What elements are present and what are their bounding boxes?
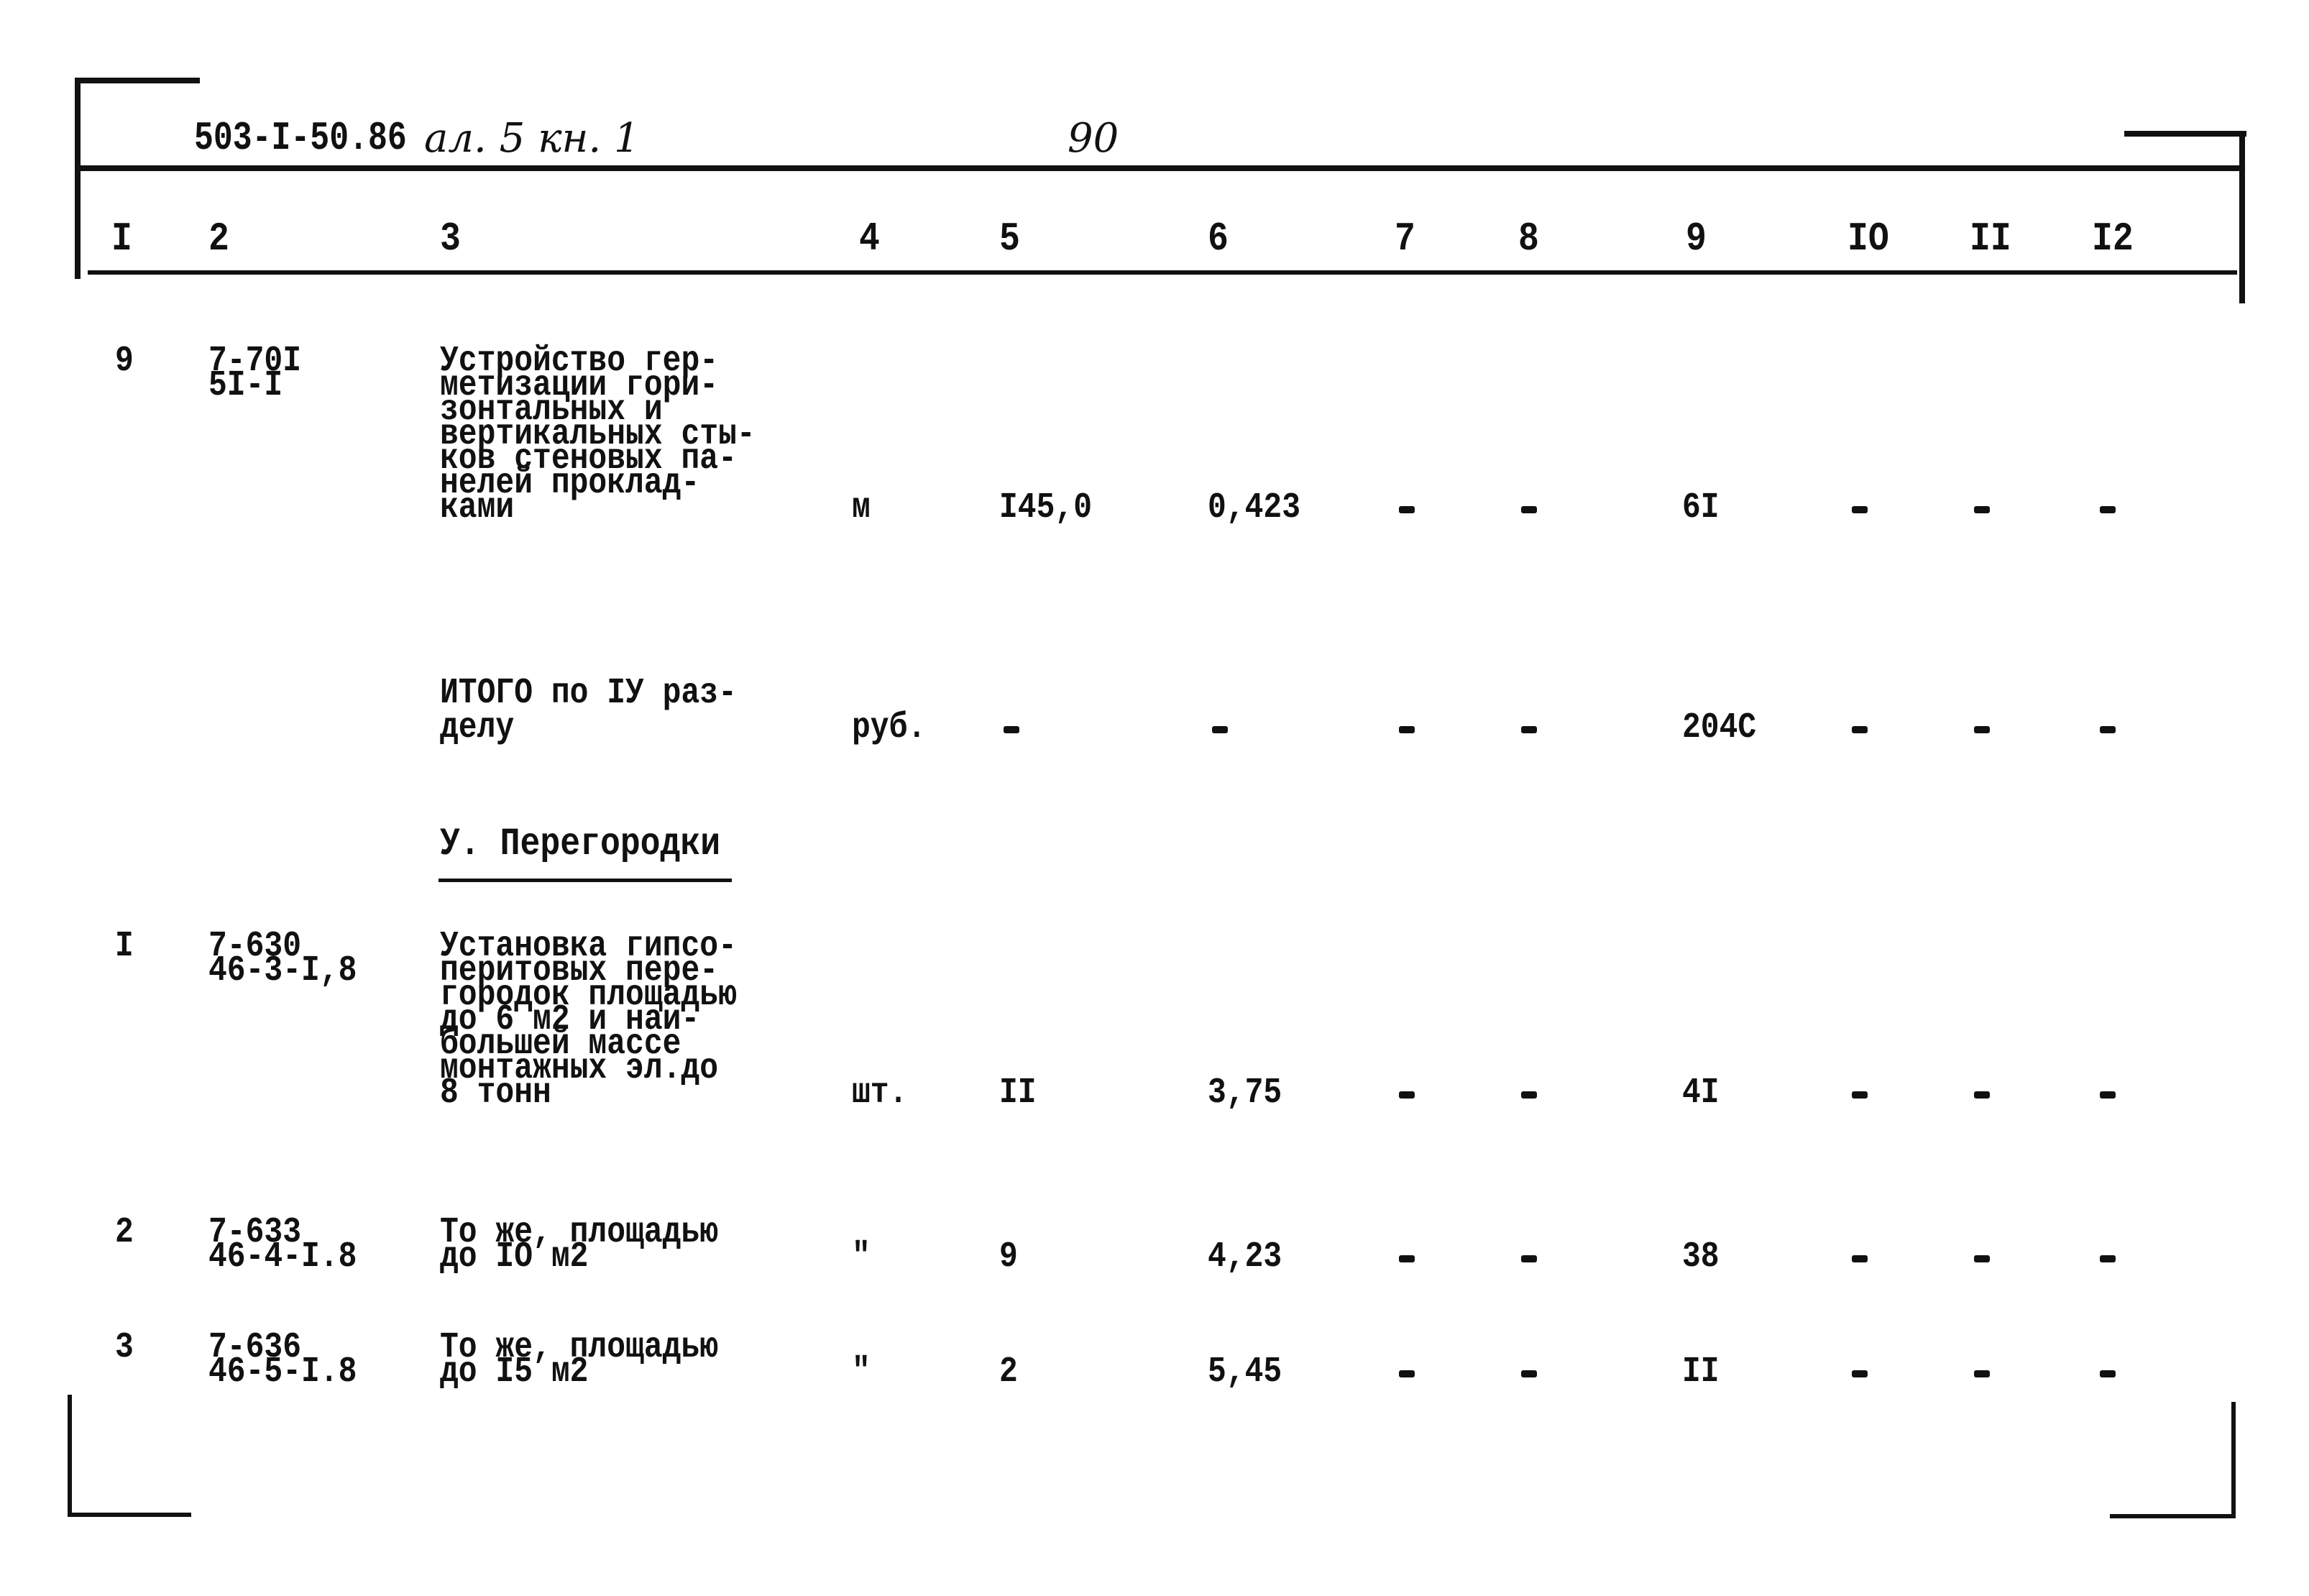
- header-rule: [78, 165, 2245, 171]
- description-line: ИТОГО по IУ раз-: [440, 673, 737, 714]
- frame-bottom-left-corner-v: [68, 1395, 72, 1517]
- empty-value-dash: [2100, 506, 2116, 513]
- column-number: 8: [1518, 216, 1539, 262]
- value-c9: II: [1682, 1352, 1720, 1393]
- norm-code: 5I-I: [208, 365, 283, 406]
- value-c6: 0,423: [1208, 487, 1301, 528]
- description-line: 8 тонн: [440, 1073, 551, 1114]
- empty-value-dash: [1521, 1255, 1537, 1262]
- empty-value-dash: [1399, 1091, 1415, 1099]
- empty-value-dash: [1399, 726, 1415, 733]
- empty-value-dash: [1399, 1255, 1415, 1262]
- page-number: 90: [1068, 115, 1119, 162]
- frame-bottom-right-corner-v: [2231, 1402, 2236, 1518]
- section-title: У. Перегородки: [440, 822, 721, 866]
- empty-value-dash: [1004, 726, 1019, 733]
- column-number: I: [111, 216, 132, 262]
- empty-value-dash: [2100, 1370, 2116, 1377]
- frame-bottom-left-corner-h: [68, 1513, 191, 1517]
- empty-value-dash: [1974, 1255, 1990, 1262]
- column-number: 2: [208, 216, 229, 262]
- empty-value-dash: [1521, 1370, 1537, 1377]
- norm-code: 46-5-I.8: [208, 1352, 357, 1393]
- empty-value-dash: [1974, 506, 1990, 513]
- value-c9: 204C: [1682, 707, 1757, 748]
- value-c5: II: [999, 1073, 1037, 1114]
- value-c9: 38: [1682, 1237, 1720, 1278]
- value-c9: 6I: [1682, 487, 1720, 528]
- column-number: 9: [1686, 216, 1707, 262]
- row-number: I: [115, 926, 134, 967]
- empty-value-dash: [1852, 1091, 1868, 1099]
- unit: ": [852, 1237, 871, 1278]
- row-number: 2: [115, 1212, 134, 1253]
- column-number: 4: [859, 216, 880, 262]
- empty-value-dash: [1852, 726, 1868, 733]
- unit: руб.: [852, 707, 927, 748]
- empty-value-dash: [1974, 726, 1990, 733]
- description-line: до I5 м2: [440, 1352, 589, 1393]
- value-c6: 3,75: [1208, 1073, 1282, 1114]
- column-number: 6: [1208, 216, 1229, 262]
- empty-value-dash: [1521, 506, 1537, 513]
- empty-value-dash: [1974, 1091, 1990, 1099]
- handwritten-reference: ал. 5 кн. 1: [424, 115, 640, 162]
- column-number: 5: [999, 216, 1020, 262]
- value-c6: 5,45: [1208, 1352, 1282, 1393]
- frame-top-right-corner-h: [2124, 131, 2246, 137]
- frame-top-right-corner-v: [2239, 131, 2245, 303]
- description-line: до IO м2: [440, 1237, 589, 1278]
- description-line: ками: [440, 487, 515, 528]
- document-code: 503-I-50.86: [194, 115, 407, 161]
- value-c5: 2: [999, 1352, 1018, 1393]
- unit: м: [852, 487, 871, 528]
- empty-value-dash: [1521, 1091, 1537, 1099]
- empty-value-dash: [1212, 726, 1228, 733]
- section-title-underline: [439, 879, 732, 882]
- empty-value-dash: [2100, 726, 2116, 733]
- empty-value-dash: [1852, 506, 1868, 513]
- norm-code: 46-3-I,8: [208, 950, 357, 991]
- value-c9: 4I: [1682, 1073, 1720, 1114]
- value-c5: I45,0: [999, 487, 1093, 528]
- empty-value-dash: [1852, 1370, 1868, 1377]
- value-c5: 9: [999, 1237, 1018, 1278]
- column-number: IO: [1847, 216, 1889, 262]
- frame-top-left-corner-v: [75, 78, 81, 279]
- row-number: 9: [115, 341, 134, 382]
- column-number: 7: [1395, 216, 1415, 262]
- empty-value-dash: [1974, 1370, 1990, 1377]
- empty-value-dash: [1399, 1370, 1415, 1377]
- column-header-rule: [88, 270, 2237, 275]
- unit: шт.: [852, 1073, 908, 1114]
- column-number: II: [1970, 216, 2011, 262]
- row-number: 3: [115, 1327, 134, 1368]
- norm-code: 46-4-I.8: [208, 1237, 357, 1278]
- column-number: 3: [440, 216, 461, 262]
- value-c6: 4,23: [1208, 1237, 1282, 1278]
- empty-value-dash: [2100, 1255, 2116, 1262]
- description-line: делу: [440, 707, 515, 748]
- empty-value-dash: [1399, 506, 1415, 513]
- empty-value-dash: [1852, 1255, 1868, 1262]
- empty-value-dash: [1521, 726, 1537, 733]
- frame-bottom-right-corner-h: [2110, 1514, 2236, 1518]
- empty-value-dash: [2100, 1091, 2116, 1099]
- unit: ": [852, 1352, 871, 1393]
- column-number: I2: [2092, 216, 2134, 262]
- frame-top-left-corner-h: [78, 78, 200, 83]
